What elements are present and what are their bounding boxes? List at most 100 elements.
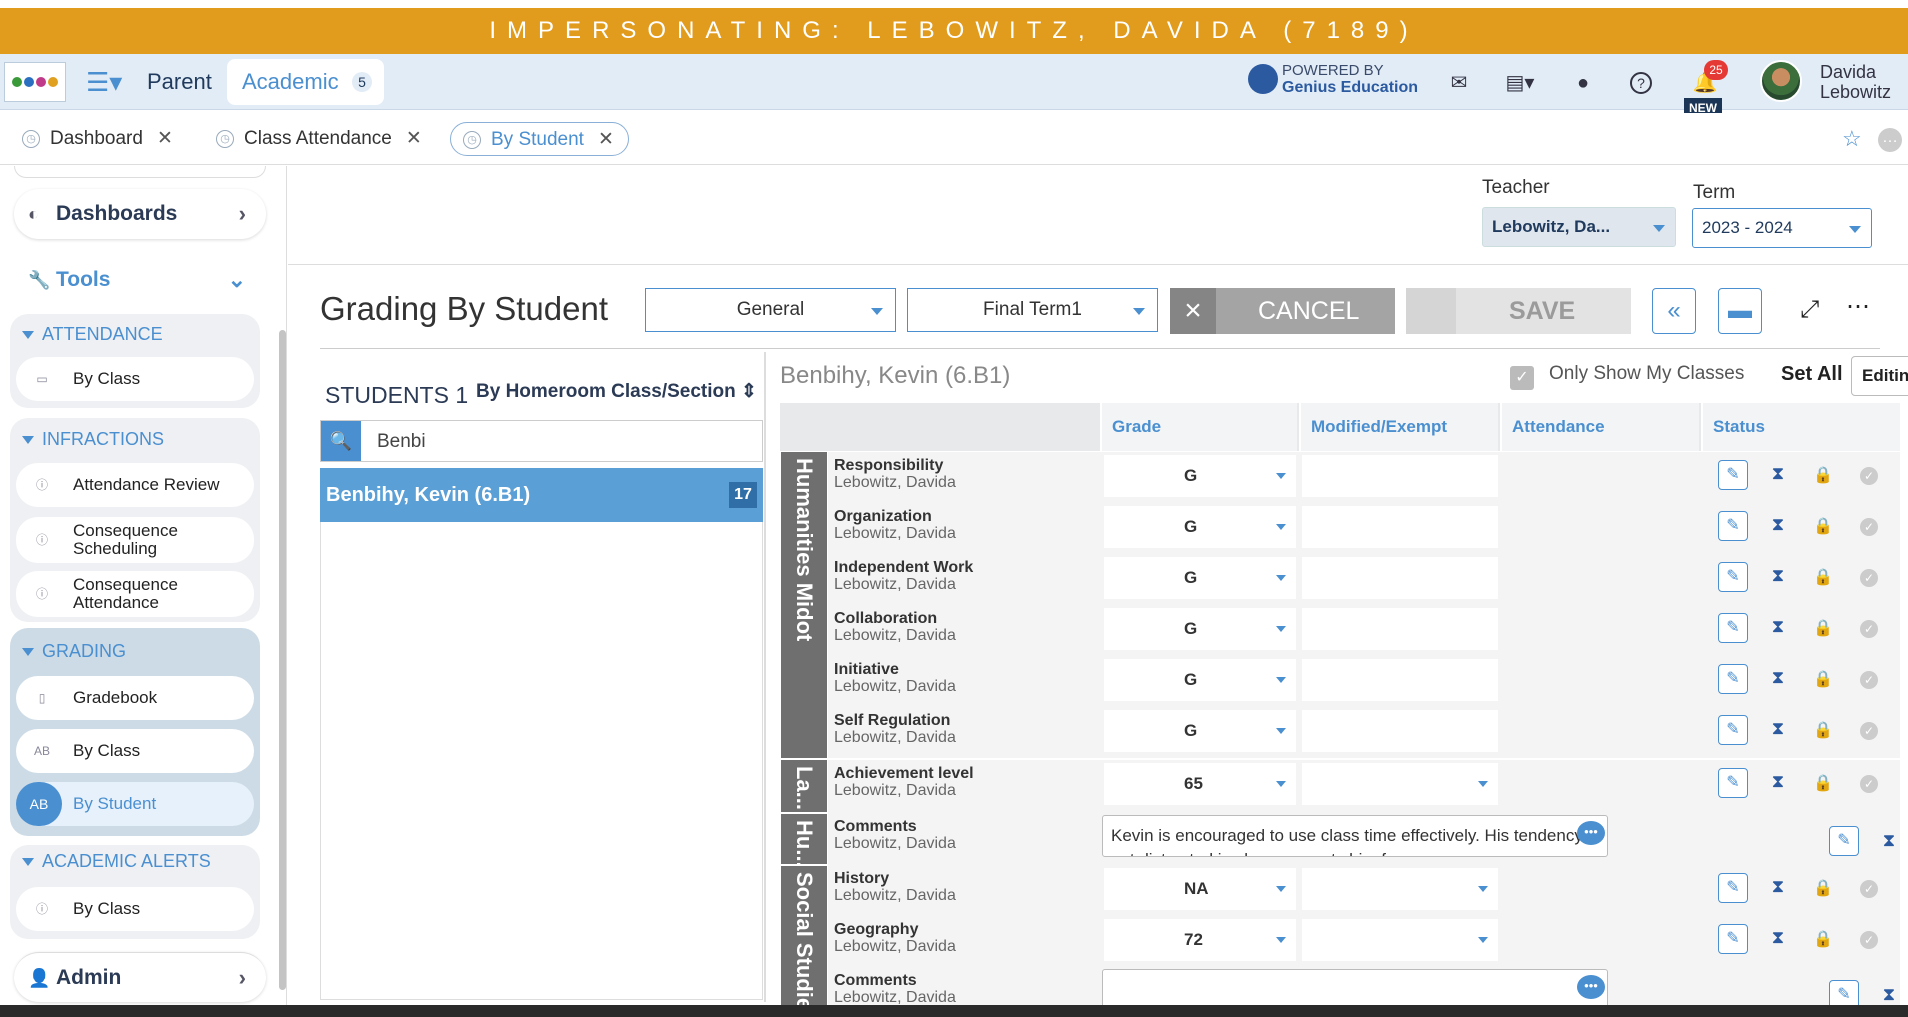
sidebar-item-alerts-by-class[interactable]: ⓘ By Class [16, 887, 254, 931]
check-icon[interactable]: ✓ [1860, 467, 1878, 485]
lock-icon[interactable]: 🔒 [1813, 567, 1833, 587]
hourglass-icon[interactable]: ⧗ [1768, 667, 1788, 688]
modified-exempt-field[interactable] [1302, 763, 1498, 805]
lock-icon[interactable]: 🔒 [1813, 773, 1833, 793]
modified-exempt-field[interactable] [1302, 557, 1498, 599]
help-icon[interactable]: ? [1630, 72, 1652, 94]
chat-icon[interactable]: ● [1570, 70, 1596, 96]
term-period-dropdown[interactable]: Final Term1 [907, 288, 1158, 332]
modified-exempt-field[interactable] [1302, 710, 1498, 752]
expand-icon[interactable]: ⤢ [1800, 296, 1819, 324]
term-select[interactable]: 2023 - 2024 [1692, 208, 1872, 248]
only-show-my-classes-checkbox[interactable]: ✓ [1510, 366, 1534, 390]
avatar[interactable] [1760, 60, 1802, 102]
sidebar-admin[interactable]: 👤 Admin › [14, 952, 266, 1002]
group-grading-label[interactable]: GRADING [22, 638, 126, 664]
sidebar-item-grading-by-class[interactable]: AB By Class [16, 729, 254, 773]
menu-icon[interactable]: ☰▾ [72, 60, 136, 104]
lock-icon[interactable]: 🔒 [1813, 878, 1833, 898]
modified-exempt-field[interactable] [1302, 608, 1498, 650]
modified-exempt-field[interactable] [1302, 659, 1498, 701]
check-icon[interactable]: ✓ [1860, 620, 1878, 638]
tab-class-attendance[interactable]: ◷ Class Attendance ✕ [204, 122, 422, 156]
panel-icon[interactable]: ▬ [1718, 288, 1762, 334]
group-by-sort[interactable]: By Homeroom Class/Section ⇕ [476, 380, 757, 403]
tab-dashboard[interactable]: ◷ Dashboard ✕ [10, 122, 173, 156]
sidebar-dashboards[interactable]: ◐ Dashboards › [14, 189, 266, 239]
sidebar-item-grading-by-student[interactable]: AB By Student [16, 782, 254, 826]
column-modified-exempt[interactable]: Modified/Exempt [1299, 403, 1498, 451]
check-icon[interactable]: ✓ [1860, 722, 1878, 740]
hourglass-icon[interactable]: ⧗ [1768, 927, 1788, 948]
check-icon[interactable]: ✓ [1860, 775, 1878, 793]
close-icon[interactable]: ✕ [157, 128, 173, 149]
hourglass-icon[interactable]: ⧗ [1768, 876, 1788, 897]
set-all-button[interactable]: Set All [1781, 363, 1843, 386]
column-status[interactable]: Status [1701, 403, 1900, 451]
cancel-button[interactable]: × CANCEL [1170, 288, 1395, 334]
check-icon[interactable]: ✓ [1860, 931, 1878, 949]
more-icon[interactable]: … [1878, 128, 1902, 152]
sidebar-item-consequence-attendance[interactable]: ⓘ Consequence Attendance [16, 571, 254, 617]
sidebar-item-attendance-review[interactable]: ⓘ Attendance Review [16, 463, 254, 507]
hourglass-icon[interactable]: ⧗ [1879, 984, 1899, 1005]
tab-by-student[interactable]: ◷ By Student ✕ [450, 122, 629, 156]
grade-select[interactable]: G [1104, 659, 1296, 701]
student-search-input[interactable]: 🔍 Benbi [320, 420, 763, 462]
grade-select[interactable]: G [1104, 710, 1296, 752]
lock-icon[interactable]: 🔒 [1813, 465, 1833, 485]
chat-bubble-icon[interactable]: ••• [1577, 821, 1605, 845]
student-list-item[interactable]: Benbihy, Kevin (6.B1) 17 [320, 468, 763, 522]
group-academic-alerts-label[interactable]: ACADEMIC ALERTS [22, 848, 211, 874]
modified-exempt-field[interactable] [1302, 919, 1498, 961]
hourglass-icon[interactable]: ⧗ [1768, 616, 1788, 637]
edit-icon[interactable]: ✎ [1718, 511, 1748, 541]
column-grade[interactable]: Grade [1100, 403, 1297, 451]
check-icon[interactable]: ✓ [1860, 880, 1878, 898]
column-attendance[interactable]: Attendance [1500, 403, 1699, 451]
close-icon[interactable]: ✕ [406, 128, 422, 149]
more-options-icon[interactable]: ⋯ [1846, 292, 1870, 321]
hourglass-icon[interactable]: ⧗ [1768, 565, 1788, 586]
edit-icon[interactable]: ✎ [1718, 873, 1748, 903]
hourglass-icon[interactable]: ⧗ [1768, 771, 1788, 792]
hourglass-icon[interactable]: ⧗ [1768, 718, 1788, 739]
close-icon[interactable]: ✕ [598, 129, 614, 150]
chat-bubble-icon[interactable]: ••• [1577, 975, 1605, 999]
grade-select[interactable]: G [1104, 506, 1296, 548]
sidebar-item-attendance-by-class[interactable]: ▭ By Class [16, 357, 254, 401]
edit-icon[interactable]: ✎ [1829, 826, 1859, 856]
grade-select[interactable]: G [1104, 557, 1296, 599]
sidebar-item-consequence-scheduling[interactable]: ⓘ Consequence Scheduling [16, 517, 254, 563]
edit-icon[interactable]: ✎ [1718, 460, 1748, 490]
save-button[interactable]: SAVE [1406, 288, 1631, 334]
teacher-select[interactable]: Lebowitz, Da... [1482, 207, 1676, 247]
grade-type-dropdown[interactable]: General [645, 288, 896, 332]
school-logo[interactable] [4, 62, 66, 102]
user-name[interactable]: Davida Lebowitz [1820, 62, 1891, 102]
grade-select[interactable]: G [1104, 455, 1296, 497]
hourglass-icon[interactable]: ⧗ [1768, 514, 1788, 535]
edit-icon[interactable]: ✎ [1718, 664, 1748, 694]
grade-select[interactable]: G [1104, 608, 1296, 650]
modified-exempt-field[interactable] [1302, 455, 1498, 497]
sidebar-scrollbar[interactable] [279, 330, 286, 990]
group-attendance-label[interactable]: ATTENDANCE [22, 321, 163, 347]
sidebar-item-gradebook[interactable]: ▯ Gradebook [16, 676, 254, 720]
check-icon[interactable]: ✓ [1860, 569, 1878, 587]
modified-exempt-field[interactable] [1302, 506, 1498, 548]
hourglass-icon[interactable]: ⧗ [1768, 463, 1788, 484]
edit-icon[interactable]: ✎ [1718, 924, 1748, 954]
sidebar-tools[interactable]: 🔧 Tools ⌄ [14, 255, 266, 305]
check-icon[interactable]: ✓ [1860, 518, 1878, 536]
lock-icon[interactable]: 🔒 [1813, 720, 1833, 740]
edit-icon[interactable]: ✎ [1718, 562, 1748, 592]
lock-icon[interactable]: 🔒 [1813, 929, 1833, 949]
lock-icon[interactable]: 🔒 [1813, 669, 1833, 689]
collapse-left-icon[interactable]: « [1652, 288, 1696, 334]
favorite-star-icon[interactable]: ☆ [1842, 126, 1862, 152]
nav-parent[interactable]: Parent [133, 60, 226, 104]
edit-icon[interactable]: ✎ [1718, 715, 1748, 745]
grade-select[interactable]: 65 [1104, 763, 1296, 805]
lock-icon[interactable]: 🔒 [1813, 618, 1833, 638]
